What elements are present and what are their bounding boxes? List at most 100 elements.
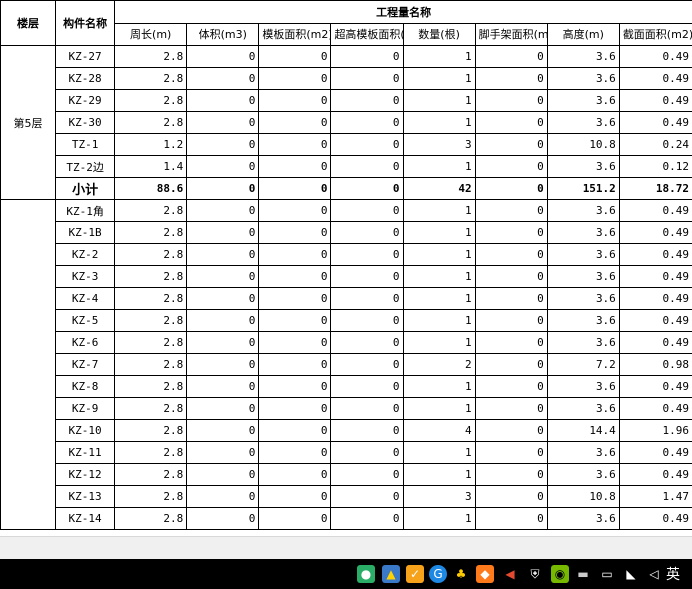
table-row[interactable]: KZ-14 2.8 0 0 0 1 0 3.6 0.49 <box>1 507 692 530</box>
value-cell: 1 <box>402 375 476 398</box>
value-cell: 0 <box>186 309 260 332</box>
table-row[interactable]: 第5层 KZ-27 2.8 0 0 0 1 0 3.6 0.49 <box>0 45 692 200</box>
col-header-count[interactable]: 数量(根) <box>402 23 476 46</box>
table-row[interactable]: KZ-28 2.8 0 0 0 1 0 3.6 0.49 <box>1 67 692 90</box>
col-header-volume[interactable]: 体积(m3) <box>186 23 260 46</box>
table-row[interactable]: KZ-11 2.8 0 0 0 1 0 3.6 0.49 <box>1 441 692 464</box>
battery-icon[interactable]: ▭ <box>598 565 616 583</box>
value-cell: 0 <box>186 265 260 288</box>
col-header-overheight-formwork-area[interactable]: 超高模板面积(m2) <box>330 23 404 46</box>
table-row[interactable]: KZ-5 2.8 0 0 0 1 0 3.6 0.49 <box>1 309 692 332</box>
table-row[interactable]: KZ-4 2.8 0 0 0 1 0 3.6 0.49 <box>1 287 692 310</box>
value-cell: 3.6 <box>546 111 620 134</box>
horizontal-scrollbar[interactable] <box>0 536 692 559</box>
display-icon[interactable]: ▬ <box>574 565 592 583</box>
speaker-muted-icon[interactable]: ◀ <box>501 565 519 583</box>
value-cell: 3.6 <box>546 375 620 398</box>
value-cell: 0 <box>474 507 548 530</box>
component-name-cell: TZ-2边 <box>55 155 116 178</box>
col-header-section-area[interactable]: 截面面积(m2) <box>618 23 692 46</box>
floor-column-header[interactable]: 楼层 <box>0 0 57 46</box>
value-cell: 0 <box>186 507 260 530</box>
qq-penguin-icon[interactable]: ♣ <box>452 565 470 583</box>
value-cell: 10.8 <box>546 133 620 156</box>
value-cell: 0 <box>186 111 260 134</box>
table-row[interactable]: KZ-1B 2.8 0 0 0 1 0 3.6 0.49 <box>1 221 692 244</box>
component-name-cell: KZ-6 <box>55 331 116 354</box>
wechat-icon[interactable]: ● <box>357 565 375 583</box>
wifi-icon[interactable]: ◣ <box>622 565 640 583</box>
table-row[interactable]: TZ-2边 1.4 0 0 0 1 0 3.6 0.12 <box>1 155 692 178</box>
value-cell: 0 <box>186 353 260 376</box>
subtotal-value-cell: 42 <box>402 177 476 200</box>
subtotal-row[interactable]: 小计 88.6 0 0 0 42 0 151.2 18.72 <box>1 177 692 200</box>
table-row[interactable]: KZ-13 2.8 0 0 0 3 0 10.8 1.47 <box>1 485 692 508</box>
name-column-header[interactable]: 构件名称 <box>55 0 116 46</box>
folder-sync-icon[interactable]: ✓ <box>406 565 424 583</box>
table-row[interactable]: KZ-3 2.8 0 0 0 1 0 3.6 0.49 <box>1 265 692 288</box>
value-cell: 1 <box>402 155 476 178</box>
col-header-perimeter[interactable]: 周长(m) <box>114 23 188 46</box>
table-row[interactable]: KZ-2 2.8 0 0 0 1 0 3.6 0.49 <box>1 243 692 266</box>
value-cell: 0 <box>330 331 404 354</box>
value-cell: 0 <box>474 243 548 266</box>
table-row[interactable]: TZ-1 1.2 0 0 0 3 0 10.8 0.24 <box>1 133 692 156</box>
value-cell: 0 <box>258 331 332 354</box>
value-cell: 0 <box>330 419 404 442</box>
volume-icon[interactable]: ◁ <box>645 565 663 583</box>
component-name-cell: KZ-27 <box>55 45 116 68</box>
table-row[interactable]: KZ-7 2.8 0 0 0 2 0 7.2 0.98 <box>1 353 692 376</box>
network-manager-icon[interactable]: ▲ <box>382 565 400 583</box>
value-cell: 2.8 <box>114 265 188 288</box>
table-row[interactable]: KZ-10 2.8 0 0 0 4 0 14.4 1.96 <box>1 419 692 442</box>
col-header-height[interactable]: 高度(m) <box>546 23 620 46</box>
col-header-formwork-area[interactable]: 模板面积(m2) <box>258 23 332 46</box>
component-name-cell: KZ-5 <box>55 309 116 332</box>
value-cell: 0 <box>474 463 548 486</box>
table-row[interactable]: KZ-6 2.8 0 0 0 1 0 3.6 0.49 <box>1 331 692 354</box>
value-cell: 0 <box>186 45 260 68</box>
table-row[interactable]: KZ-8 2.8 0 0 0 1 0 3.6 0.49 <box>1 375 692 398</box>
value-cell: 0 <box>186 485 260 508</box>
value-cell: 3.6 <box>546 397 620 420</box>
value-cell: 0 <box>474 331 548 354</box>
table-row[interactable]: KZ-9 2.8 0 0 0 1 0 3.6 0.49 <box>1 397 692 420</box>
component-name-cell: KZ-28 <box>55 67 116 90</box>
game-controller-icon[interactable]: ◆ <box>476 565 494 583</box>
value-cell: 3.6 <box>546 287 620 310</box>
input-method-indicator[interactable]: 英 <box>666 564 680 584</box>
table-row[interactable]: KZ-1角 2.8 0 0 0 1 0 3.6 0.49 <box>0 199 692 530</box>
table-row[interactable]: KZ-30 2.8 0 0 0 1 0 3.6 0.49 <box>1 111 692 134</box>
google-icon[interactable]: G <box>429 565 447 583</box>
value-cell: 1 <box>402 507 476 530</box>
value-cell: 0.49 <box>618 111 692 134</box>
component-name-cell: KZ-11 <box>55 441 116 464</box>
nvidia-icon[interactable]: ◉ <box>551 565 569 583</box>
table-row[interactable]: KZ-12 2.8 0 0 0 1 0 3.6 0.49 <box>1 463 692 486</box>
value-cell: 0 <box>186 441 260 464</box>
value-cell: 3.6 <box>546 463 620 486</box>
value-cell: 1 <box>402 441 476 464</box>
col-header-scaffold-area[interactable]: 脚手架面积(m2) <box>474 23 548 46</box>
value-cell: 0 <box>330 287 404 310</box>
value-cell: 0 <box>474 309 548 332</box>
value-cell: 0.12 <box>618 155 692 178</box>
value-cell: 0 <box>474 441 548 464</box>
value-cell: 1 <box>402 111 476 134</box>
value-cell: 2.8 <box>114 331 188 354</box>
value-cell: 2.8 <box>114 67 188 90</box>
value-cell: 1 <box>402 397 476 420</box>
security-shield-icon[interactable]: ⛨ <box>526 565 544 583</box>
value-cell: 0 <box>330 397 404 420</box>
value-cell: 2.8 <box>114 485 188 508</box>
value-cell: 0.49 <box>618 265 692 288</box>
value-cell: 2.8 <box>114 287 188 310</box>
value-cell: 1 <box>402 265 476 288</box>
value-cell: 0 <box>474 397 548 420</box>
value-cell: 2 <box>402 353 476 376</box>
value-cell: 0 <box>330 441 404 464</box>
value-cell: 0.49 <box>618 243 692 266</box>
value-cell: 2.8 <box>114 111 188 134</box>
value-cell: 1 <box>402 287 476 310</box>
table-row[interactable]: KZ-29 2.8 0 0 0 1 0 3.6 0.49 <box>1 89 692 112</box>
